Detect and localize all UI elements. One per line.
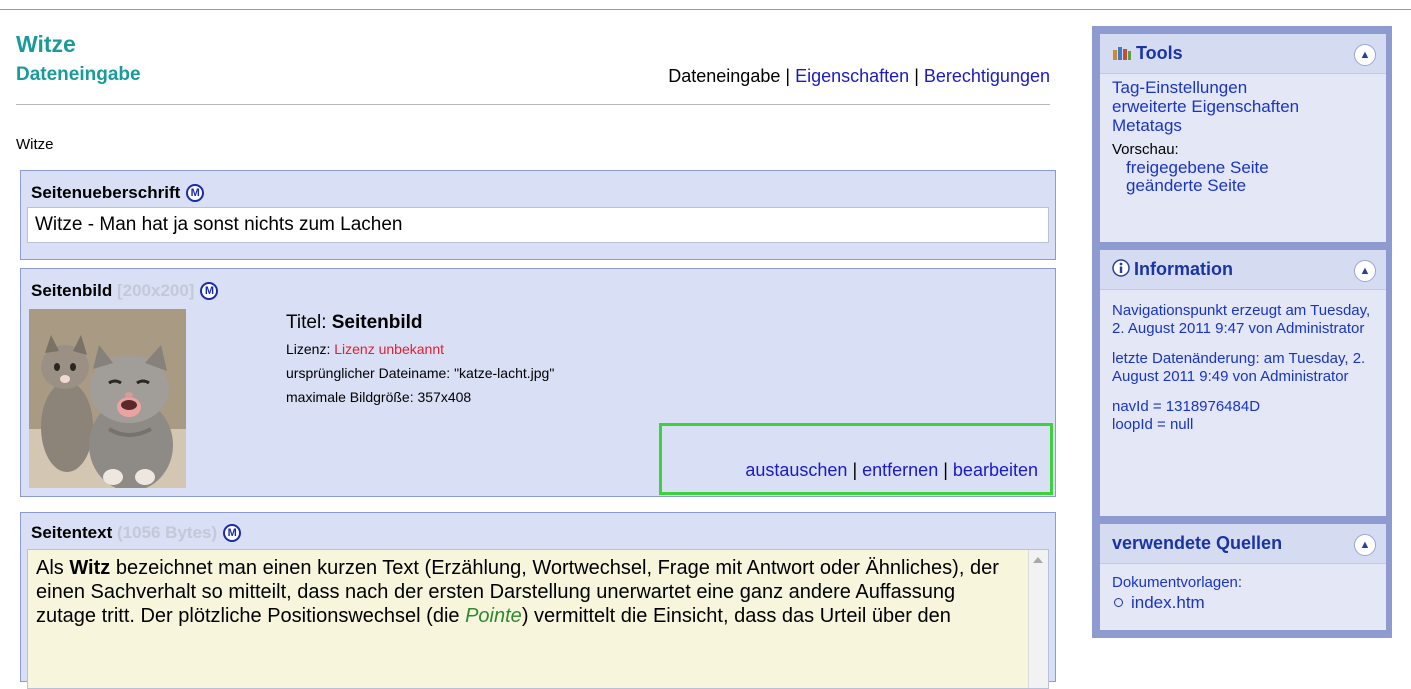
app-title: Witze [16, 31, 76, 57]
information-collapse-icon[interactable]: ▲ [1354, 260, 1376, 282]
text-part: ) vermittelt die Einsicht, dass das Urte… [521, 605, 951, 627]
tools-link-tag-settings[interactable]: Tag-Einstellungen [1112, 78, 1382, 97]
edit-image-link[interactable]: bearbeiten [953, 460, 1038, 480]
text-panel-label: Seitentext (1056 Bytes) M [31, 523, 242, 543]
tools-title-text: Tools [1136, 43, 1183, 63]
m-icon[interactable]: M [186, 184, 205, 202]
remove-image-link[interactable]: entfernen [862, 460, 938, 480]
main-content: Witze Dateneingabe Dateneingabe | Eigens… [0, 0, 1070, 689]
page-heading-input[interactable] [27, 207, 1049, 243]
tools-collapse-icon[interactable]: ▲ [1354, 44, 1376, 66]
action-separator: | [852, 460, 858, 480]
tools-link-extended-properties[interactable]: erweiterte Eigenschaften [1112, 97, 1382, 116]
sources-title: verwendete Quellen [1112, 533, 1283, 553]
image-title-label: Titel: [286, 312, 327, 333]
breadcrumb: Witze [16, 136, 54, 153]
action-separator: | [943, 460, 948, 480]
preview-link-released[interactable]: freigegebene Seite [1126, 159, 1382, 177]
tools-icon [1112, 45, 1132, 66]
information-box: Information ▲ Navigationspunkt erzeugt a… [1100, 250, 1386, 516]
tools-body: Tag-Einstellungen erweiterte Eigenschaft… [1112, 78, 1382, 195]
image-title-value: Seitenbild [331, 312, 423, 333]
tools-box: Tools ▲ Tag-Einstellungen erweiterte Eig… [1100, 34, 1386, 242]
info-icon [1112, 259, 1130, 282]
text-link-pointe[interactable]: Pointe [465, 605, 522, 627]
image-title-row: Titel: Seitenbild [286, 311, 554, 335]
information-title: Information [1112, 259, 1233, 282]
image-actions: austauschen | entfernen | bearbeiten [745, 460, 1038, 481]
scroll-up-arrow-icon[interactable] [1033, 557, 1043, 563]
information-title-text: Information [1134, 259, 1233, 279]
heading-panel: Seitenueberschrift M [20, 170, 1056, 260]
sources-body: Dokumentvorlagen: index.htm [1112, 574, 1382, 614]
information-box-header: Information ▲ [1100, 250, 1386, 290]
image-size-hint: [200x200] [116, 281, 195, 300]
image-panel-label: Seitenbild [200x200] M [31, 281, 219, 301]
image-max-size: maximale Bildgröße: 357x408 [286, 389, 472, 405]
sources-box: verwendete Quellen ▲ Dokumentvorlagen: i… [1100, 524, 1386, 630]
sources-box-header: verwendete Quellen ▲ [1100, 524, 1386, 564]
text-size-hint: (1056 Bytes) [116, 523, 218, 542]
image-info: Titel: Seitenbild Lizenz: Lizenz unbekan… [286, 311, 554, 409]
text-panel: Seitentext (1056 Bytes) M Als Witz bezeic… [20, 512, 1056, 689]
info-navid: navId = 1318976484D [1112, 398, 1261, 415]
image-actions-highlight: austauschen | entfernen | bearbeiten [659, 423, 1053, 495]
image-license-label: Lizenz: [286, 341, 331, 357]
nav-link-eigenschaften[interactable]: Eigenschaften [795, 66, 909, 86]
page-subtitle: Dateneingabe [16, 64, 141, 85]
image-license-row: Lizenz: Lizenz unbekannt [286, 337, 554, 361]
page-text-editor[interactable]: Als Witz bezeichnet man einen kurzen Tex… [27, 549, 1049, 689]
image-filename: ursprünglicher Dateiname: "katze-lacht.j… [286, 365, 555, 381]
info-loopid: loopId = null [1112, 416, 1194, 433]
nav-link-berechtigungen[interactable]: Berechtigungen [924, 66, 1050, 86]
sources-collapse-icon[interactable]: ▲ [1354, 534, 1376, 556]
m-icon[interactable]: M [223, 524, 242, 542]
sidebar: Tools ▲ Tag-Einstellungen erweiterte Eig… [1092, 26, 1392, 638]
preview-link-changed[interactable]: geänderte Seite [1126, 177, 1382, 195]
sources-item-text: index.htm [1131, 593, 1205, 612]
nav-separator: | [914, 66, 919, 86]
image-license-value: Lizenz unbekannt [334, 341, 445, 357]
kitten-illustration [29, 309, 186, 488]
info-created: Navigationspunkt erzeugt am Tuesday, 2. … [1112, 302, 1371, 337]
information-body: Navigationspunkt erzeugt am Tuesday, 2. … [1112, 302, 1382, 446]
top-nav: Dateneingabe | Eigenschaften | Berechtig… [668, 66, 1050, 87]
heading-label-text: Seitenueberschrift [31, 183, 181, 202]
heading-panel-label: Seitenueberschrift M [31, 183, 205, 203]
tools-title: Tools [1112, 43, 1183, 66]
m-icon[interactable]: M [200, 282, 219, 300]
image-label-text: Seitenbild [31, 281, 113, 300]
replace-image-link[interactable]: austauschen [745, 460, 847, 480]
bullet-icon [1114, 598, 1123, 607]
sources-template-item[interactable]: index.htm [1112, 592, 1382, 614]
text-scrollbar[interactable] [1028, 550, 1048, 688]
sources-template-label: Dokumentvorlagen: [1112, 574, 1243, 591]
nav-separator: | [785, 66, 791, 86]
tools-box-header: Tools ▲ [1100, 34, 1386, 74]
text-bold-witz: Witz [69, 557, 111, 579]
image-panel: Seitenbild [200x200] M Titel: Seitenbild… [20, 268, 1056, 497]
title-divider [16, 104, 1050, 105]
nav-current-dateneingabe: Dateneingabe [668, 66, 781, 86]
text-label-text: Seitentext [31, 523, 113, 542]
text-part: Als [36, 557, 70, 579]
tools-link-metatags[interactable]: Metatags [1112, 116, 1382, 135]
kitten-photo[interactable] [29, 309, 186, 488]
info-changed: letzte Datenänderung: am Tuesday, 2. Aug… [1112, 350, 1366, 385]
preview-label: Vorschau: [1112, 141, 1179, 158]
